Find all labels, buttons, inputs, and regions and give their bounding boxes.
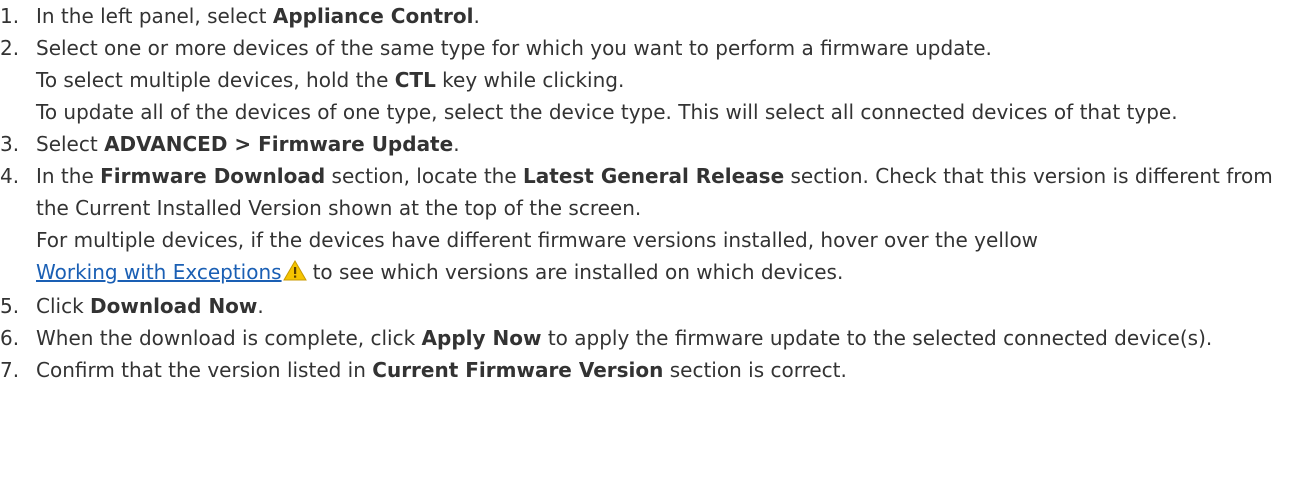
steps-list: 1. In the left panel, select Appliance C…: [0, 0, 1309, 386]
ui-term: Apply Now: [421, 326, 542, 350]
step-text: .: [473, 4, 480, 28]
ui-term: ADVANCED > Firmware Update: [104, 132, 454, 156]
step-7: 7. Confirm that the version listed in Cu…: [0, 354, 1309, 386]
step-2: 2. Select one or more devices of the sam…: [0, 32, 1309, 128]
step-number: 5.: [0, 294, 20, 318]
step-text: To update all of the devices of one type…: [36, 100, 1178, 124]
step-5: 5. Click Download Now.: [0, 290, 1309, 322]
ui-term: Appliance Control: [272, 4, 474, 28]
step-text: Confirm that the version listed in: [36, 358, 373, 382]
step-text: Click: [36, 294, 91, 318]
step-text: To select multiple devices, hold the: [36, 68, 395, 92]
step-text: Select one or more devices of the same t…: [36, 36, 992, 60]
step-text: When the download is complete, click: [36, 326, 422, 350]
step-text: .: [453, 132, 460, 156]
step-text: Select: [36, 132, 105, 156]
ui-term: Latest General Release: [523, 164, 785, 188]
step-number: 4.: [0, 164, 20, 188]
step-text: For multiple devices, if the devices hav…: [36, 228, 1039, 252]
step-text: to see which versions are installed on w…: [312, 260, 844, 284]
instruction-document: 1. In the left panel, select Appliance C…: [0, 0, 1309, 499]
ui-term: Firmware Download: [100, 164, 326, 188]
step-1: 1. In the left panel, select Appliance C…: [0, 0, 1309, 32]
step-number: 6.: [0, 326, 20, 350]
step-text: key while clicking.: [435, 68, 625, 92]
step-number: 2.: [0, 36, 20, 60]
step-6: 6. When the download is complete, click …: [0, 322, 1309, 354]
step-text: .: [257, 294, 264, 318]
step-text: In the: [36, 164, 101, 188]
step-number: 1.: [0, 4, 20, 28]
ui-term: Current Firmware Version: [372, 358, 664, 382]
step-text: to apply the firmware update to the sele…: [541, 326, 1213, 350]
step-4: 4. In the Firmware Download section, loc…: [0, 160, 1309, 290]
step-number: 7.: [0, 358, 20, 382]
step-text: In the left panel, select: [36, 4, 273, 28]
warning-icon[interactable]: [282, 258, 307, 290]
step-text: section is correct.: [663, 358, 847, 382]
step-text: section, locate the: [325, 164, 524, 188]
step-3: 3. Select ADVANCED > Firmware Update.: [0, 128, 1309, 160]
ui-term: Download Now: [90, 294, 258, 318]
working-with-exceptions-link[interactable]: Working with Exceptions: [36, 260, 282, 284]
ui-term: CTL: [394, 68, 436, 92]
step-number: 3.: [0, 132, 20, 156]
